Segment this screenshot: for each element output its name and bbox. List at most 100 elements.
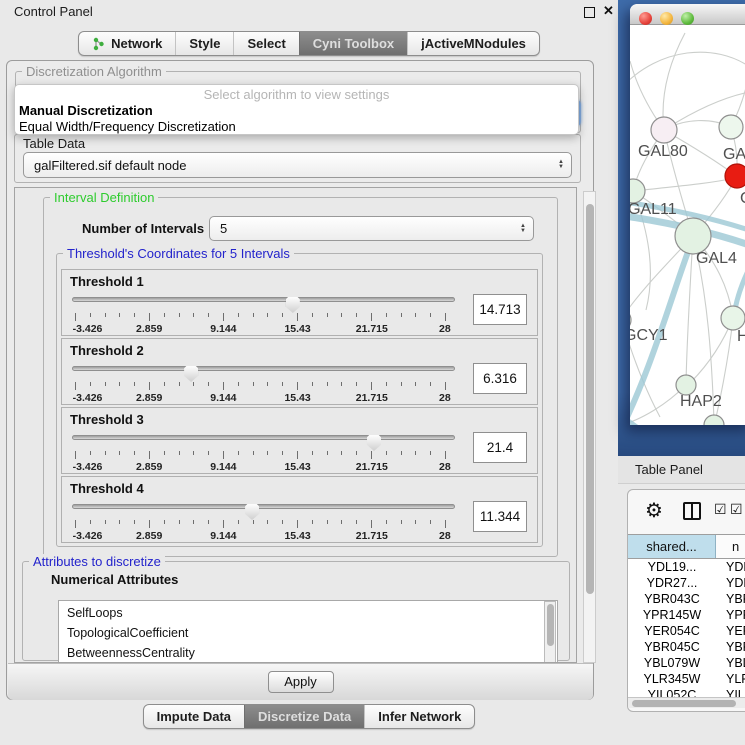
stepper-arrows-icon: ▲▼ xyxy=(558,160,564,170)
tick-labels: -3.4262.8599.14415.4321.71528 xyxy=(75,392,446,404)
num-intervals-label: Number of Intervals xyxy=(82,221,204,236)
tab-infer-network[interactable]: Infer Network xyxy=(364,705,474,728)
tab-style[interactable]: Style xyxy=(175,32,233,55)
threshold-label: Threshold 1 xyxy=(70,274,529,289)
attribute-item[interactable]: TopologicalCoefficient xyxy=(59,623,557,643)
node-label: H xyxy=(737,328,745,346)
panel-scrollbar[interactable] xyxy=(583,191,596,663)
node-label: C xyxy=(740,190,745,208)
zoom-traffic-icon[interactable] xyxy=(681,12,694,25)
table-data-group: Table Data galFiltered.sif default node … xyxy=(14,134,581,183)
node-table: shared... n YDL19...YDL1YDR27...YDR2YBR0… xyxy=(628,534,745,703)
node-label: GAL4 xyxy=(696,250,737,268)
tab-discretize-data[interactable]: Discretize Data xyxy=(244,705,364,728)
num-intervals-value: 5 xyxy=(220,221,227,236)
slider-track[interactable]: -3.4262.8599.14415.4321.71528 xyxy=(72,297,455,302)
threshold-value-field[interactable]: 14.713 xyxy=(473,294,527,325)
column-header-name[interactable]: n xyxy=(716,535,745,558)
dropdown-option-equal-width[interactable]: Equal Width/Frequency Discretization xyxy=(19,119,574,135)
slider-thumb[interactable] xyxy=(245,504,259,520)
slider-ticks xyxy=(75,382,446,391)
table-row[interactable]: YPR145WYPR1 xyxy=(628,607,745,623)
table-toolbar: ⚙ ☑ ☑ xyxy=(628,490,745,534)
table-row[interactable]: YBR045CYBR0 xyxy=(628,639,745,655)
table-panel-title: Table Panel xyxy=(635,462,703,477)
node-label: GCY1 xyxy=(630,327,668,345)
slider-ticks xyxy=(75,313,446,322)
table-row[interactable]: YER054CYER0 xyxy=(628,623,745,639)
app-root: Control Panel ✕ Network Style Select xyxy=(0,0,745,745)
node-label: HAP2 xyxy=(680,393,722,411)
node-label: GA xyxy=(723,146,745,164)
slider-thumb[interactable] xyxy=(184,366,198,382)
close-traffic-icon[interactable] xyxy=(639,12,652,25)
group-title: Interval Definition xyxy=(50,190,158,205)
table-data-combobox[interactable]: galFiltered.sif default node ▲▼ xyxy=(23,152,572,178)
gear-icon[interactable]: ⚙ xyxy=(645,498,663,523)
threshold-value-field[interactable]: 6.316 xyxy=(473,363,527,394)
group-title: Attributes to discretize xyxy=(29,554,165,569)
numerical-attributes-list[interactable]: SelfLoopsTopologicalCoefficientBetweenne… xyxy=(58,600,558,663)
network-node-selected[interactable] xyxy=(725,164,745,188)
threshold-label: Threshold 4 xyxy=(70,481,529,496)
table-data-label: Table Data xyxy=(23,136,85,151)
num-intervals-combobox[interactable]: 5 ▲▼ xyxy=(209,216,534,241)
float-window-icon[interactable] xyxy=(584,7,595,18)
network-node[interactable] xyxy=(704,415,724,425)
top-tab-bar: Network Style Select Cyni Toolbox jActiv… xyxy=(0,31,618,56)
table-row[interactable]: YDR27...YDR2 xyxy=(628,575,745,591)
tab-jactivemnodules[interactable]: jActiveMNodules xyxy=(407,32,539,55)
thresholds-group: Threshold's Coordinates for 5 Intervals … xyxy=(56,253,543,547)
slider-ticks xyxy=(75,520,446,529)
threshold-label: Threshold 3 xyxy=(70,412,529,427)
table-row[interactable]: YBR043CYBR0 xyxy=(628,591,745,607)
minimize-traffic-icon[interactable] xyxy=(660,12,673,25)
column-header-shared-name[interactable]: shared... xyxy=(628,535,716,558)
threshold-value-field[interactable]: 11.344 xyxy=(473,501,527,532)
threshold-value-field[interactable]: 21.4 xyxy=(473,432,527,463)
slider-track[interactable]: -3.4262.8599.14415.4321.71528 xyxy=(72,435,455,440)
table-body: YDL19...YDL1YDR27...YDR2YBR043CYBR0YPR14… xyxy=(628,559,745,703)
table-row[interactable]: YBL079WYBL0 xyxy=(628,655,745,671)
tick-labels: -3.4262.8599.14415.4321.71528 xyxy=(75,461,446,473)
numerical-attributes-label: Numerical Attributes xyxy=(51,572,178,587)
attribute-item[interactable]: BetweennessCentrality xyxy=(59,643,557,663)
panel-title: Control Panel xyxy=(14,4,93,19)
checkbox-icon[interactable]: ☑ xyxy=(730,501,743,518)
apply-bar: Apply xyxy=(8,663,593,700)
network-node[interactable] xyxy=(630,179,645,203)
algorithm-dropdown-popup: Select algorithm to view settings Manual… xyxy=(14,84,579,135)
interval-definition-group: Interval Definition Number of Intervals … xyxy=(43,197,558,557)
apply-button[interactable]: Apply xyxy=(268,671,334,693)
close-icon[interactable]: ✕ xyxy=(603,3,614,19)
network-node[interactable] xyxy=(721,306,745,330)
tab-cyni-toolbox[interactable]: Cyni Toolbox xyxy=(299,32,407,55)
horizontal-scrollbar[interactable] xyxy=(628,697,745,708)
network-node[interactable] xyxy=(651,117,677,143)
threshold-1-panel: Threshold 1 -3.4262.8599.14415.4321.7152… xyxy=(61,269,538,336)
slider-track[interactable]: -3.4262.8599.14415.4321.71528 xyxy=(72,504,455,509)
table-data-value: galFiltered.sif default node xyxy=(34,158,186,173)
slider-thumb[interactable] xyxy=(367,435,381,451)
node-label: GAL80 xyxy=(638,143,688,161)
network-node[interactable] xyxy=(719,115,743,139)
network-canvas[interactable]: GAL80 GA C GAL11 GAL4 GCY1 H HAP2 xyxy=(630,25,745,425)
list-scrollbar[interactable] xyxy=(544,601,556,663)
group-title: Discretization Algorithm xyxy=(22,64,166,79)
network-node[interactable] xyxy=(676,375,696,395)
dropdown-option-manual[interactable]: Manual Discretization xyxy=(19,103,574,119)
slider-thumb[interactable] xyxy=(286,297,300,313)
threshold-2-panel: Threshold 2 -3.4262.8599.14415.4321.7152… xyxy=(61,338,538,405)
checkbox-icon[interactable]: ☑ xyxy=(714,501,727,518)
node-label: GAL11 xyxy=(630,201,677,219)
attribute-item[interactable]: SelfLoops xyxy=(59,603,557,623)
split-columns-icon[interactable] xyxy=(683,502,701,520)
tab-impute-data[interactable]: Impute Data xyxy=(144,705,244,728)
slider-track[interactable]: -3.4262.8599.14415.4321.71528 xyxy=(72,366,455,371)
network-node[interactable] xyxy=(675,218,711,254)
tab-select[interactable]: Select xyxy=(233,32,298,55)
table-panel: ⚙ ☑ ☑ shared... n YDL19...YDL1YDR27...YD… xyxy=(627,489,745,712)
table-row[interactable]: YDL19...YDL1 xyxy=(628,559,745,575)
table-row[interactable]: YLR345WYLR3 xyxy=(628,671,745,687)
tab-network[interactable]: Network xyxy=(79,32,175,55)
